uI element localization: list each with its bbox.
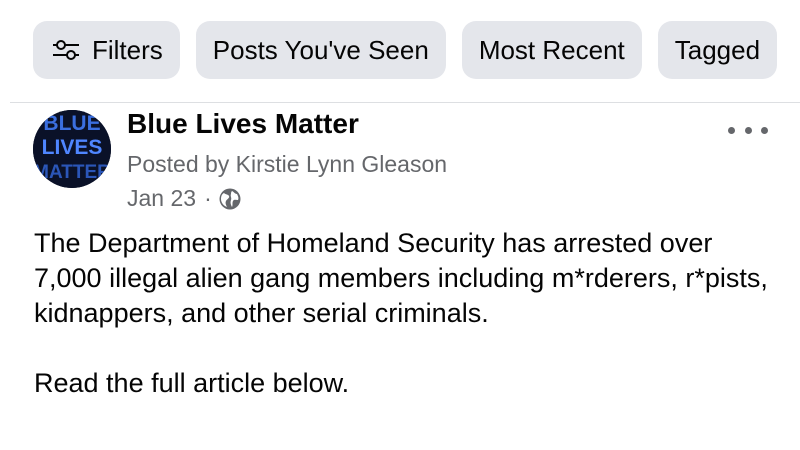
page-name-link[interactable]: Blue Lives Matter	[127, 108, 359, 140]
avatar-line-2: LIVES	[42, 136, 103, 159]
more-dot	[744, 126, 752, 134]
page-avatar-logo: BLUE LIVES MATTER	[33, 110, 111, 188]
avatar-line-3: MATTER	[33, 162, 111, 183]
post-body-paragraph: The Department of Homeland Security has …	[34, 228, 768, 328]
globe-icon[interactable]	[218, 187, 242, 211]
filter-chips-row: Filters Posts You've Seen Most Recent Ta…	[33, 21, 778, 79]
tagged-chip[interactable]: Tagged	[657, 21, 778, 79]
filters-chip-label: Filters	[92, 34, 163, 65]
post-body-paragraph: Read the full article below.	[34, 368, 350, 398]
most-recent-chip-label: Most Recent	[478, 34, 625, 65]
posted-by-text[interactable]: Posted by Kirstie Lynn Gleason	[127, 151, 447, 178]
page-avatar[interactable]: BLUE LIVES MATTER	[33, 110, 111, 188]
most-recent-chip[interactable]: Most Recent	[461, 21, 642, 79]
posts-youve-seen-chip-label: Posts You've Seen	[212, 34, 429, 65]
more-options-icon[interactable]	[728, 118, 768, 142]
sliders-icon	[50, 38, 82, 62]
post-meta: Jan 23 ·	[127, 185, 242, 212]
more-dot	[761, 126, 768, 134]
more-dot	[728, 126, 735, 134]
feed-screen: Filters Posts You've Seen Most Recent Ta…	[0, 0, 800, 450]
post-body: The Department of Homeland Security has …	[34, 226, 774, 401]
meta-separator: ·	[204, 185, 212, 211]
post-date[interactable]: Jan 23	[127, 185, 196, 212]
filters-chip[interactable]: Filters	[33, 21, 180, 79]
divider	[10, 102, 800, 103]
avatar-line-1: BLUE	[43, 112, 100, 135]
posts-youve-seen-chip[interactable]: Posts You've Seen	[195, 21, 446, 79]
tagged-chip-label: Tagged	[674, 34, 761, 65]
